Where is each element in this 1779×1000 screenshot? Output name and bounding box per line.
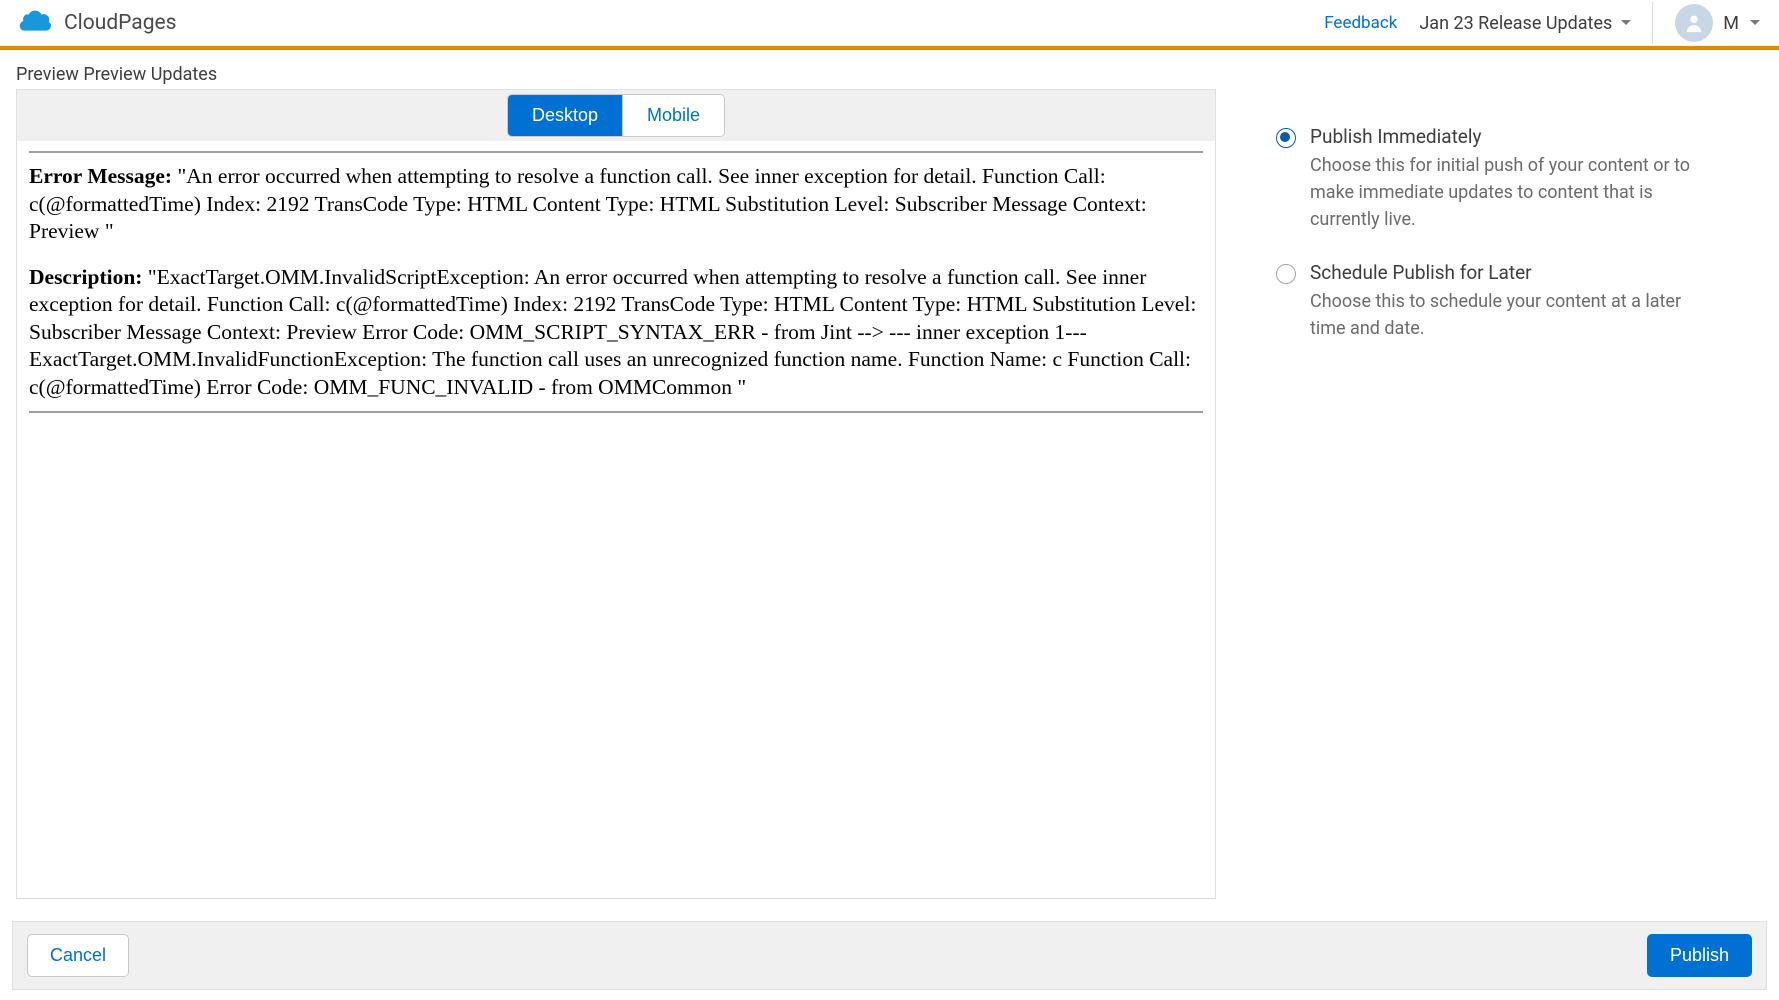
feedback-link[interactable]: Feedback <box>1324 13 1397 33</box>
schedule-publish-desc: Choose this to schedule your content at … <box>1310 288 1716 342</box>
preview-pane: Desktop Mobile Error Message: "An error … <box>16 89 1216 899</box>
radio-unselected-icon[interactable] <box>1276 264 1296 284</box>
description-block: Description: "ExactTarget.OMM.InvalidScr… <box>29 264 1203 402</box>
avatar-icon <box>1675 4 1713 42</box>
radio-text: Schedule Publish for Later Choose this t… <box>1310 261 1716 342</box>
schedule-publish-option[interactable]: Schedule Publish for Later Choose this t… <box>1276 261 1716 342</box>
description-label: Description: <box>29 265 142 289</box>
header-right: Feedback Jan 23 Release Updates M <box>1324 2 1761 44</box>
user-initial: M <box>1723 13 1739 34</box>
radio-text: Publish Immediately Choose this for init… <box>1310 125 1716 233</box>
publish-immediately-title: Publish Immediately <box>1310 125 1716 148</box>
radio-selected-icon[interactable] <box>1276 128 1296 148</box>
error-message-block: Error Message: "An error occurred when a… <box>29 163 1203 246</box>
error-message-text: "An error occurred when attempting to re… <box>29 164 1147 243</box>
breadcrumb: Preview Preview Updates <box>16 64 1763 89</box>
device-toggle-bar: Desktop Mobile <box>16 89 1216 141</box>
preview-body: Error Message: "An error occurred when a… <box>29 151 1203 413</box>
device-toggle-group: Desktop Mobile <box>507 94 725 137</box>
cloud-icon <box>18 9 52 37</box>
description-text: "ExactTarget.OMM.InvalidScriptException:… <box>29 265 1196 399</box>
publish-immediately-desc: Choose this for initial push of your con… <box>1310 152 1716 233</box>
publish-radio-group: Publish Immediately Choose this for init… <box>1276 125 1716 342</box>
release-updates-label: Jan 23 Release Updates <box>1419 13 1612 34</box>
main-row: Desktop Mobile Error Message: "An error … <box>16 89 1763 899</box>
publish-button[interactable]: Publish <box>1647 934 1752 977</box>
cancel-button[interactable]: Cancel <box>27 934 129 977</box>
app-title: CloudPages <box>64 11 177 35</box>
publish-options-panel: Publish Immediately Choose this for init… <box>1276 89 1716 899</box>
publish-immediately-option[interactable]: Publish Immediately Choose this for init… <box>1276 125 1716 233</box>
content-wrapper: Preview Preview Updates Desktop Mobile E… <box>0 50 1779 899</box>
desktop-toggle-button[interactable]: Desktop <box>508 95 622 136</box>
schedule-publish-title: Schedule Publish for Later <box>1310 261 1716 284</box>
mobile-toggle-button[interactable]: Mobile <box>622 95 724 136</box>
release-updates-dropdown[interactable]: Jan 23 Release Updates <box>1419 2 1653 44</box>
header-bar: CloudPages Feedback Jan 23 Release Updat… <box>0 0 1779 50</box>
footer-bar: Cancel Publish <box>12 921 1767 990</box>
chevron-down-icon <box>1749 14 1761 33</box>
user-menu[interactable]: M <box>1675 4 1761 42</box>
preview-content[interactable]: Error Message: "An error occurred when a… <box>16 141 1216 899</box>
error-message-label: Error Message: <box>29 164 172 188</box>
chevron-down-icon <box>1620 13 1632 34</box>
header-left: CloudPages <box>18 9 177 37</box>
